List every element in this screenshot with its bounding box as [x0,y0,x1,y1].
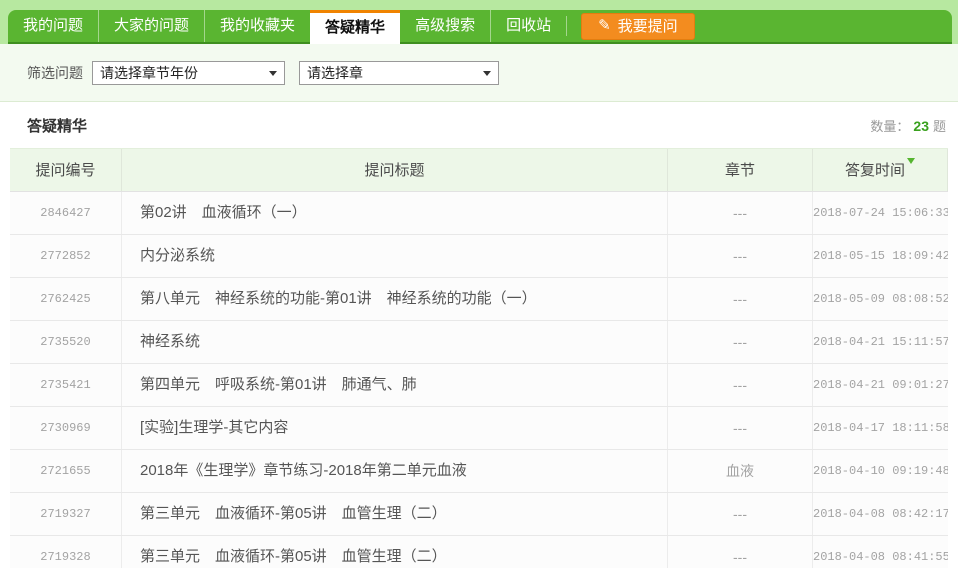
question-id-cell: 2735421 [10,364,122,406]
question-id-cell: 2762425 [10,278,122,320]
count-value: 23 [913,118,929,134]
nav-tab[interactable]: 回收站 [490,10,566,42]
question-title-link[interactable]: [实验]生理学-其它内容 [122,407,668,449]
question-title-link[interactable]: 内分泌系统 [122,235,668,277]
question-title-link[interactable]: 第八单元 神经系统的功能-第01讲 神经系统的功能（一） [122,278,668,320]
nav-divider [566,16,567,36]
pencil-icon: ✎ [598,18,611,33]
chapter-cell: --- [668,493,813,535]
table-header-cell: 章节 [668,149,813,191]
chapter-select-value: 请选择章 [307,63,363,83]
filter-label: 筛选问题 [27,63,83,83]
answer-time-cell: 2018-04-10 09:19:48 [813,450,948,492]
chapter-cell: 血液 [668,450,813,492]
chapter-cell: --- [668,278,813,320]
answer-time-cell: 2018-05-09 08:08:52 [813,278,948,320]
question-id-cell: 2772852 [10,235,122,277]
filter-bar: 筛选问题 请选择章节年份 请选择章 [0,44,958,102]
table-row: 2762425 第八单元 神经系统的功能-第01讲 神经系统的功能（一） ---… [10,278,948,321]
table-header-label: 提问标题 [364,162,424,179]
nav-tab[interactable]: 高级搜索 [400,10,490,42]
results-table: 提问编号 提问标题 章节 答复时间 2846427 第02讲 血液循环（一） -… [10,148,948,568]
chapter-cell: --- [668,321,813,363]
chapter-year-select[interactable]: 请选择章节年份 [92,61,285,85]
question-title-link[interactable]: 第四单元 呼吸系统-第01讲 肺通气、肺 [122,364,668,406]
table-header-label: 章节 [725,162,755,179]
table-header-label: 答复时间 [845,162,905,179]
question-id-cell: 2846427 [10,192,122,234]
chapter-cell: --- [668,235,813,277]
count-label: 数量： [870,119,909,134]
question-title-link[interactable]: 2018年《生理学》章节练习-2018年第二单元血液 [122,450,668,492]
result-count: 数量： 23 题 [870,116,946,135]
nav-tab[interactable]: 答疑精华 [310,10,400,44]
table-header-row: 提问编号 提问标题 章节 答复时间 [10,148,948,192]
table-row: 2735421 第四单元 呼吸系统-第01讲 肺通气、肺 --- 2018-04… [10,364,948,407]
chapter-year-select-value: 请选择章节年份 [100,63,198,83]
answer-time-cell: 2018-07-24 15:06:33 [813,192,948,234]
answer-time-cell: 2018-04-21 09:01:27 [813,364,948,406]
section-header: 答疑精华 数量： 23 题 [0,102,958,148]
answer-time-cell: 2018-04-08 08:41:55 [813,536,948,568]
table-row: 2730969 [实验]生理学-其它内容 --- 2018-04-17 18:1… [10,407,948,450]
chapter-cell: --- [668,407,813,449]
chapter-cell: --- [668,536,813,568]
question-title-link[interactable]: 第三单元 血液循环-第05讲 血管生理（二） [122,493,668,535]
ask-question-label: 我要提问 [618,14,678,39]
table-header-cell: 答复时间 [813,149,948,191]
table-row: 2735520 神经系统 --- 2018-04-21 15:11:57 [10,321,948,364]
chapter-cell: --- [668,364,813,406]
table-row: 2772852 内分泌系统 --- 2018-05-15 18:09:42 [10,235,948,278]
chapter-cell: --- [668,192,813,234]
chevron-down-icon [483,71,491,80]
table-row: 2721655 2018年《生理学》章节练习-2018年第二单元血液 血液 20… [10,450,948,493]
top-nav: 我的问题 大家的问题 我的收藏夹 答疑精华 高级搜索 回收站 ✎ 我要提问 [8,10,952,44]
table-row: 2719327 第三单元 血液循环-第05讲 血管生理（二） --- 2018-… [10,493,948,536]
page-title: 答疑精华 [27,115,87,136]
ask-question-button[interactable]: ✎ 我要提问 [581,13,695,40]
table-row: 2846427 第02讲 血液循环（一） --- 2018-07-24 15:0… [10,192,948,235]
count-unit: 题 [933,119,946,134]
answer-time-cell: 2018-05-15 18:09:42 [813,235,948,277]
sort-desc-icon[interactable] [907,158,915,168]
question-id-cell: 2721655 [10,450,122,492]
question-id-cell: 2730969 [10,407,122,449]
answer-time-cell: 2018-04-08 08:42:17 [813,493,948,535]
top-nav-frame: 我的问题 大家的问题 我的收藏夹 答疑精华 高级搜索 回收站 ✎ 我要提问 [0,0,958,44]
question-id-cell: 2719328 [10,536,122,568]
question-title-link[interactable]: 神经系统 [122,321,668,363]
question-title-link[interactable]: 第02讲 血液循环（一） [122,192,668,234]
answer-time-cell: 2018-04-21 15:11:57 [813,321,948,363]
question-id-cell: 2735520 [10,321,122,363]
table-header-label: 提问编号 [35,162,95,179]
question-title-link[interactable]: 第三单元 血液循环-第05讲 血管生理（二） [122,536,668,568]
table-row: 2719328 第三单元 血液循环-第05讲 血管生理（二） --- 2018-… [10,536,948,568]
nav-tab[interactable]: 大家的问题 [98,10,204,42]
answer-time-cell: 2018-04-17 18:11:58 [813,407,948,449]
question-id-cell: 2719327 [10,493,122,535]
table-header-cell: 提问标题 [122,149,668,191]
nav-tab[interactable]: 我的问题 [8,10,98,42]
table-header-cell: 提问编号 [10,149,122,191]
chevron-down-icon [269,71,277,80]
nav-tab[interactable]: 我的收藏夹 [204,10,310,42]
chapter-select[interactable]: 请选择章 [299,61,499,85]
